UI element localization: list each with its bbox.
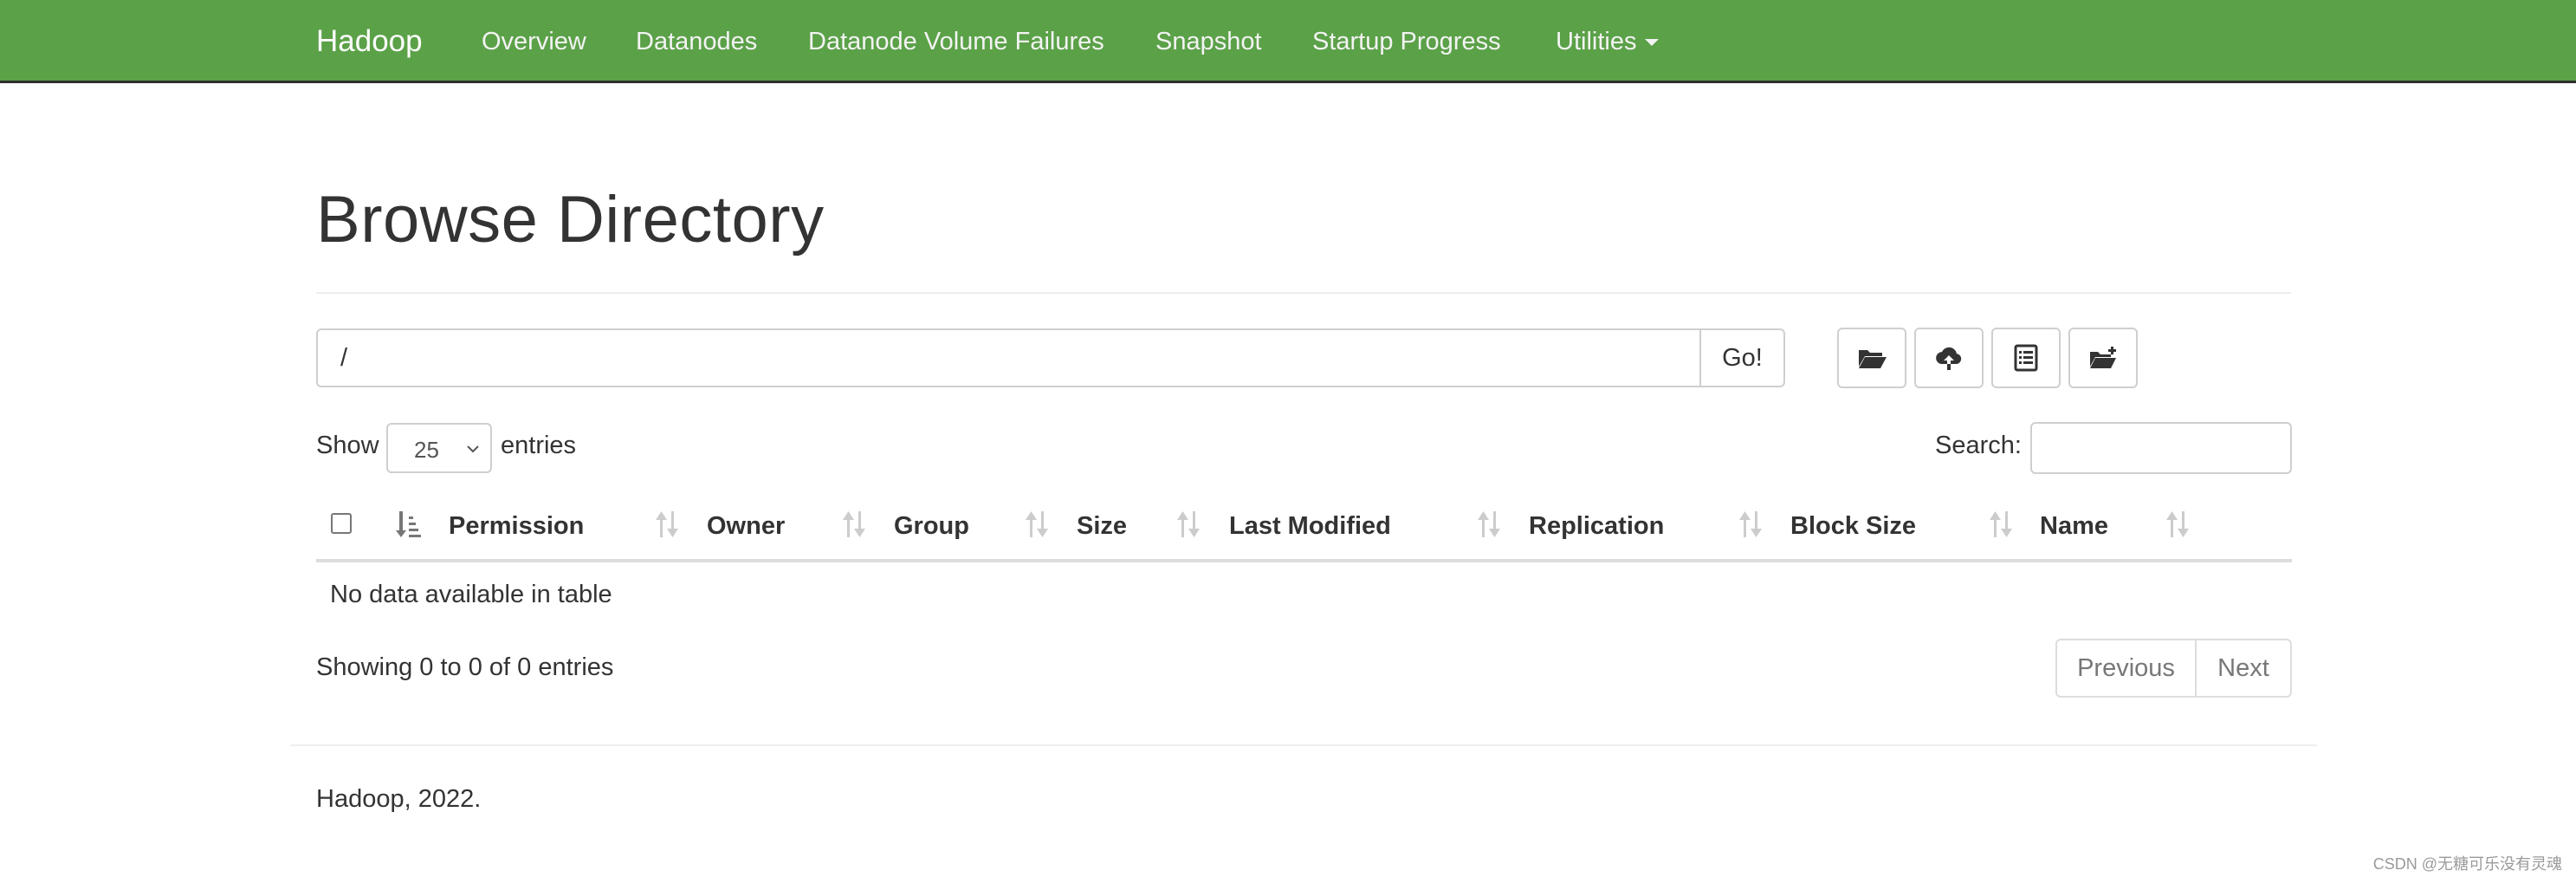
page-title: Browse Directory [316, 183, 825, 257]
title-divider [316, 292, 2291, 294]
previous-page-button[interactable]: Previous [2057, 640, 2197, 696]
footer-divider [290, 744, 2317, 746]
folder-open-icon [1859, 350, 1887, 368]
nav-datanodes[interactable]: Datanodes [636, 0, 757, 83]
brand-link[interactable]: Hadoop [316, 0, 423, 83]
column-header-block-size[interactable]: Block Size [1790, 512, 1916, 541]
sort-both-icon[interactable] [842, 510, 868, 539]
page-length-select[interactable]: 25 [386, 423, 492, 473]
table-empty-message: No data available in table [330, 581, 612, 608]
pagination: Previous Next [2055, 639, 2292, 698]
new-folder-icon [2090, 347, 2116, 368]
page-length-value: 25 [414, 437, 439, 463]
upload-button[interactable] [1914, 328, 1984, 388]
sort-both-icon[interactable] [1025, 510, 1051, 539]
sort-both-icon[interactable] [1738, 510, 1764, 539]
footer-text: Hadoop, 2022. [316, 785, 482, 813]
show-entries-label: Show [316, 432, 379, 459]
caret-down-icon [1645, 39, 1660, 47]
column-header-replication[interactable]: Replication [1529, 512, 1664, 541]
directory-path-input[interactable] [316, 328, 1700, 387]
sort-both-icon[interactable] [655, 510, 681, 539]
column-header-name[interactable]: Name [2040, 512, 2108, 541]
sort-both-icon[interactable] [1989, 510, 2015, 539]
table-search-input[interactable] [2030, 422, 2292, 474]
table-info: Showing 0 to 0 of 0 entries [316, 653, 614, 681]
column-header-last-modified[interactable]: Last Modified [1229, 512, 1391, 541]
cloud-upload-icon [1936, 347, 1962, 370]
chevron-down-icon [467, 445, 479, 453]
nav-overview[interactable]: Overview [482, 0, 586, 83]
nav-snapshot[interactable]: Snapshot [1155, 0, 1262, 83]
table-header-divider [316, 559, 2292, 562]
open-folder-button[interactable] [1837, 328, 1906, 388]
watermark: CSDN @无糖可乐没有灵魂 [2372, 855, 2562, 873]
column-header-permission[interactable]: Permission [449, 512, 584, 541]
select-all-checkbox[interactable] [331, 513, 352, 534]
list-view-button[interactable] [1991, 328, 2061, 388]
column-header-owner[interactable]: Owner [707, 512, 785, 541]
entries-label: entries [501, 432, 577, 459]
nav-utilities-label: Utilities [1556, 28, 1637, 55]
nav-startup-progress[interactable]: Startup Progress [1312, 0, 1501, 83]
sort-both-icon[interactable] [1477, 510, 1503, 539]
sort-both-icon[interactable] [2165, 510, 2191, 539]
create-directory-button[interactable] [2068, 328, 2138, 388]
nav-utilities-dropdown[interactable]: Utilities [1556, 0, 1660, 83]
next-page-button[interactable]: Next [2197, 640, 2290, 696]
search-label: Search: [1935, 432, 2022, 459]
column-header-group[interactable]: Group [894, 512, 969, 541]
sort-both-icon[interactable] [1176, 510, 1202, 539]
go-button[interactable]: Go! [1699, 328, 1785, 387]
list-alt-icon [2014, 344, 2038, 372]
nav-datanode-volume-failures[interactable]: Datanode Volume Failures [808, 0, 1104, 83]
top-navbar: Hadoop Overview Datanodes Datanode Volum… [0, 0, 2576, 83]
sort-amount-asc-icon[interactable] [395, 510, 421, 539]
column-header-size[interactable]: Size [1077, 512, 1127, 541]
